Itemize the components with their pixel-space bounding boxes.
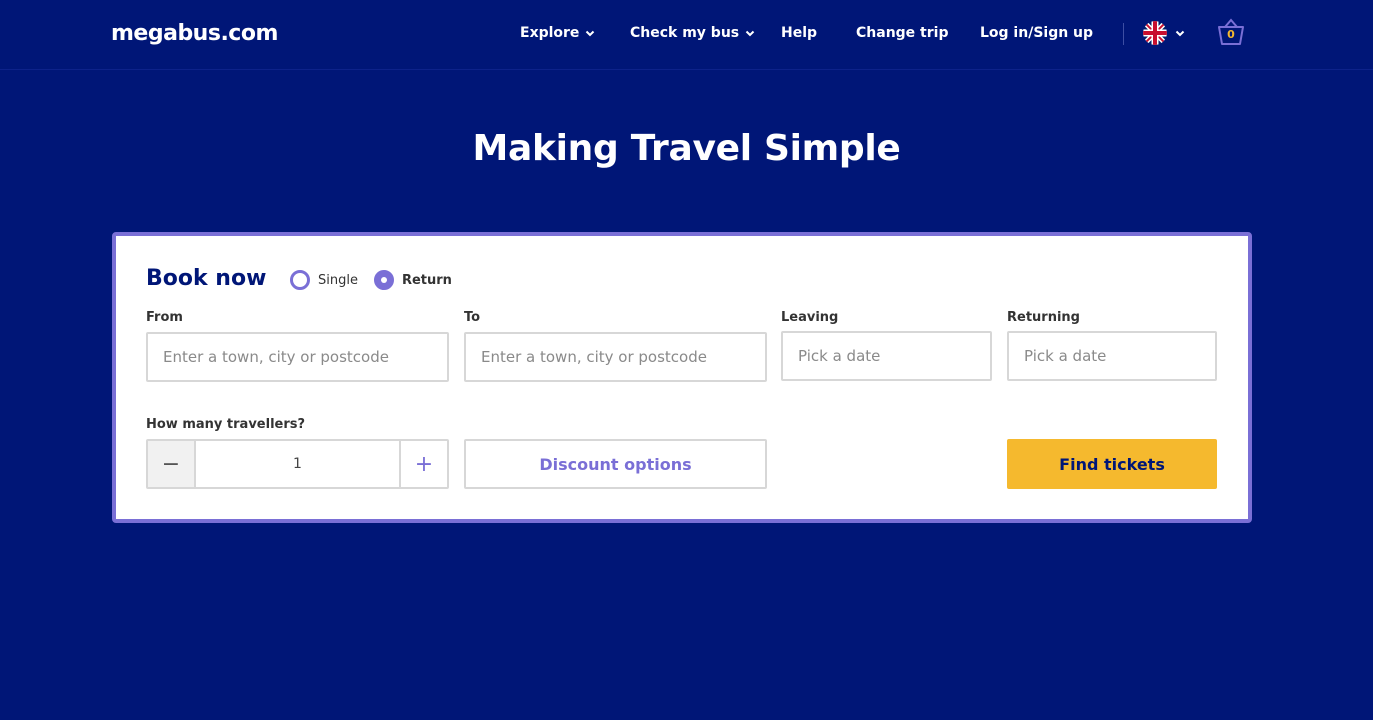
- leaving-date-input[interactable]: [781, 331, 992, 381]
- trip-type-single[interactable]: Single: [290, 270, 358, 290]
- language-selector[interactable]: [1143, 21, 1185, 45]
- nav-check-my-bus[interactable]: Check my bus: [630, 25, 755, 41]
- uk-flag-icon: [1143, 21, 1167, 45]
- trip-type-group: Single Return: [290, 270, 452, 290]
- site-logo[interactable]: megabus.com: [111, 21, 278, 46]
- returning-date-input[interactable]: [1007, 331, 1217, 381]
- nav-check-my-bus-label: Check my bus: [630, 25, 740, 41]
- returning-label: Returning: [1007, 310, 1080, 325]
- trip-type-return[interactable]: Return: [373, 270, 452, 290]
- nav-login[interactable]: Log in/Sign up: [980, 25, 1093, 41]
- from-label: From: [146, 310, 183, 325]
- discount-options-button[interactable]: Discount options: [464, 439, 767, 489]
- nav-change-trip[interactable]: Change trip: [856, 25, 948, 41]
- radio-checked-icon: [373, 270, 394, 290]
- nav-explore-label: Explore: [520, 25, 580, 41]
- travellers-count[interactable]: 1: [196, 441, 399, 487]
- nav-explore[interactable]: Explore: [520, 25, 595, 41]
- site-header: megabus.com Explore Check my bus Help Ch…: [0, 0, 1373, 70]
- travellers-stepper: − 1 +: [146, 439, 449, 489]
- trip-type-return-label: Return: [401, 272, 452, 288]
- radio-unchecked-icon: [290, 270, 310, 290]
- nav-help[interactable]: Help: [781, 25, 817, 41]
- chevron-down-icon: [586, 30, 595, 37]
- nav-help-label: Help: [781, 25, 818, 41]
- basket-button[interactable]: 0: [1215, 16, 1247, 48]
- booking-title: Book now: [146, 266, 267, 291]
- basket-count-badge: 0: [1227, 28, 1235, 41]
- to-label: To: [464, 310, 481, 325]
- nav-change-trip-label: Change trip: [856, 25, 949, 41]
- to-input[interactable]: [464, 332, 767, 382]
- booking-card: Book now Single Return From To Leaving R…: [112, 232, 1252, 523]
- find-tickets-button[interactable]: Find tickets: [1007, 439, 1217, 489]
- increase-travellers-button[interactable]: +: [399, 441, 447, 487]
- nav-login-label: Log in/Sign up: [980, 25, 1094, 41]
- trip-type-single-label: Single: [318, 272, 358, 288]
- from-input[interactable]: [146, 332, 449, 382]
- nav-divider: [1123, 23, 1124, 45]
- chevron-down-icon: [1175, 30, 1185, 37]
- page-title: Making Travel Simple: [472, 128, 901, 169]
- decrease-travellers-button[interactable]: −: [148, 441, 196, 487]
- leaving-label: Leaving: [781, 310, 839, 325]
- chevron-down-icon: [745, 30, 755, 37]
- travellers-label: How many travellers?: [146, 417, 306, 432]
